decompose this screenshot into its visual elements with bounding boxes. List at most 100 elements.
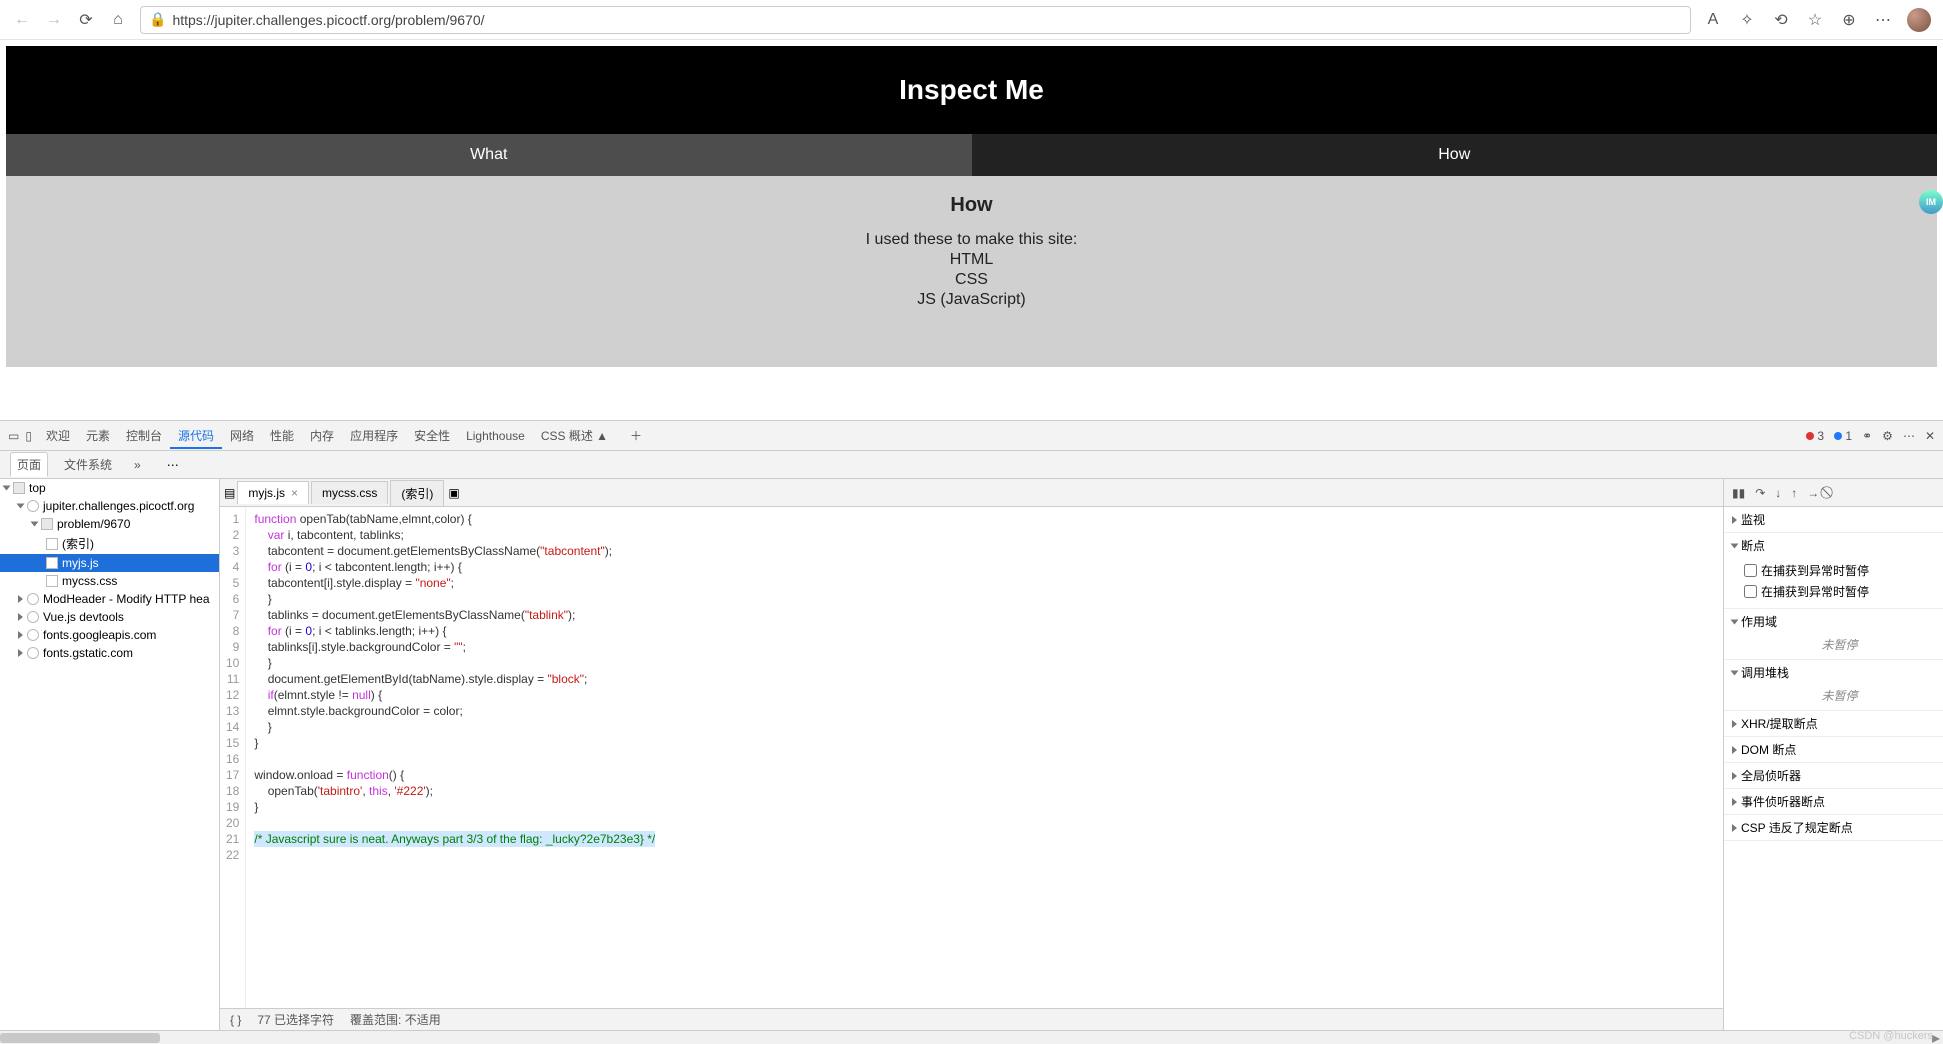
content-intro: I used these to make this site: (6, 231, 1937, 249)
devtools-tab[interactable]: 应用程序 (342, 425, 406, 447)
address-bar[interactable]: 🔒 https://jupiter.challenges.picoctf.org… (140, 6, 1691, 34)
subtab-page[interactable]: 页面 (10, 452, 48, 477)
file-tree: top jupiter.challenges.picoctf.org probl… (0, 479, 220, 1030)
subtab-more-icon[interactable]: » (128, 455, 147, 475)
dbg-scope[interactable]: 作用域 (1724, 609, 1943, 634)
inspect-element-icon[interactable]: ▭ (8, 429, 19, 443)
dbg-dom[interactable]: DOM 断点 (1724, 737, 1943, 762)
devtools-tab[interactable]: 网络 (222, 425, 262, 447)
content-item: JS (JavaScript) (6, 291, 1937, 309)
home-button[interactable]: ⌂ (108, 10, 128, 30)
settings-icon[interactable]: ⚙ (1882, 429, 1893, 443)
device-toggle-icon[interactable]: ▯ (25, 429, 32, 443)
code-editor[interactable]: 12345678910111213141516171819202122 func… (220, 507, 1723, 1008)
close-tab-icon[interactable]: × (291, 486, 298, 500)
tree-ext-modheader[interactable]: ModHeader - Modify HTTP hea (0, 590, 219, 608)
subtab-filesystem[interactable]: 文件系统 (58, 453, 118, 476)
editor-tab-mycss[interactable]: mycss.css (311, 481, 388, 504)
dbg-breakpoints[interactable]: 断点 (1724, 533, 1943, 558)
devtools-toolbar: ▭ ▯ 欢迎元素控制台源代码网络性能内存应用程序安全性LighthouseCSS… (0, 421, 1943, 451)
dbg-event[interactable]: 事件侦听器断点 (1724, 789, 1943, 814)
debugger-controls: ▮▮ ↷ ↓ ↑ → ⃠ (1724, 479, 1943, 507)
refresh-button[interactable]: ⟳ (76, 10, 96, 30)
tree-ext-googleapis[interactable]: fonts.googleapis.com (0, 626, 219, 644)
text-size-icon[interactable]: A (1703, 10, 1723, 30)
add-tab-button[interactable]: ＋ (622, 423, 650, 448)
tree-file-index[interactable]: (索引) (0, 533, 219, 554)
dbg-xhr[interactable]: XHR/提取断点 (1724, 711, 1943, 736)
editor-statusbar: { } 77 已选择字符 覆盖范围: 不适用 (220, 1008, 1723, 1030)
devtools-tab[interactable]: 性能 (262, 425, 302, 447)
floating-badge[interactable]: IM (1919, 190, 1943, 214)
info-count[interactable]: 1 (1834, 429, 1852, 443)
lock-icon: 🔒 (149, 11, 166, 28)
back-button[interactable]: ← (12, 10, 32, 30)
devtools-tab[interactable]: 控制台 (118, 425, 170, 447)
extensions-icon[interactable]: ⋯ (1873, 10, 1893, 30)
sources-subtabs: 页面 文件系统 » ⋯ (0, 451, 1943, 479)
devtools-tab[interactable]: 欢迎 (38, 425, 78, 447)
callstack-not-paused: 未暂停 (1724, 685, 1943, 710)
tab-how[interactable]: How (972, 134, 1938, 176)
editor-panel: ▤ myjs.js× mycss.css (索引) ▣ 123456789101… (220, 479, 1723, 1030)
profile-avatar[interactable] (1907, 8, 1931, 32)
tree-domain[interactable]: jupiter.challenges.picoctf.org (0, 497, 219, 515)
tree-ext-gstatic[interactable]: fonts.gstatic.com (0, 644, 219, 662)
tree-file-myjs[interactable]: myjs.js (0, 554, 219, 572)
bp-caught-checkbox[interactable]: 在捕获到异常时暂停 (1744, 560, 1935, 581)
devtools-tab[interactable]: Lighthouse (458, 425, 533, 447)
tab-what[interactable]: What (6, 134, 972, 176)
tree-ext-vue[interactable]: Vue.js devtools (0, 608, 219, 626)
page-viewport: Inspect Me What How How I used these to … (0, 40, 1943, 420)
dbg-callstack[interactable]: 调用堆栈 (1724, 660, 1943, 685)
editor-tabs: ▤ myjs.js× mycss.css (索引) ▣ (220, 479, 1723, 507)
favorites-icon[interactable]: ☆ (1805, 10, 1825, 30)
dbg-csp[interactable]: CSP 违反了规定断点 (1724, 815, 1943, 840)
subtab-menu-icon[interactable]: ⋯ (167, 458, 179, 472)
step-into-icon[interactable]: ↓ (1775, 486, 1781, 500)
tree-file-mycss[interactable]: mycss.css (0, 572, 219, 590)
devtools: ▭ ▯ 欢迎元素控制台源代码网络性能内存应用程序安全性LighthouseCSS… (0, 420, 1943, 1030)
devtools-tab[interactable]: 元素 (78, 425, 118, 447)
devtools-tab[interactable]: 安全性 (406, 425, 458, 447)
status-coverage: 覆盖范围: 不适用 (350, 1011, 441, 1028)
devtools-tab[interactable]: CSS 概述 ▲ (533, 425, 616, 447)
browser-toolbar: ← → ⟳ ⌂ 🔒 https://jupiter.challenges.pic… (0, 0, 1943, 40)
link-icon[interactable]: ⚭ (1862, 429, 1872, 443)
sync-icon[interactable]: ⟲ (1771, 10, 1791, 30)
dbg-watch[interactable]: 监视 (1724, 507, 1943, 532)
devtools-tab[interactable]: 源代码 (170, 425, 222, 449)
editor-more-icon[interactable]: ▣ (448, 486, 459, 500)
navigator-toggle-icon[interactable]: ▤ (224, 486, 235, 500)
page-content: How I used these to make this site: HTML… (6, 176, 1937, 367)
more-icon[interactable]: ⋯ (1903, 429, 1915, 443)
tree-top[interactable]: top (0, 479, 219, 497)
close-devtools-icon[interactable]: ✕ (1925, 429, 1935, 443)
error-count[interactable]: 3 (1806, 429, 1824, 443)
pause-icon[interactable]: ▮▮ (1732, 486, 1745, 500)
watermark: CSDN @huckers (1849, 1030, 1933, 1042)
tree-folder[interactable]: problem/9670 (0, 515, 219, 533)
horizontal-scrollbar[interactable]: ◂ ▸ (0, 1030, 1943, 1044)
status-selection: 77 已选择字符 (257, 1011, 334, 1028)
collections-icon[interactable]: ⊕ (1839, 10, 1859, 30)
step-icon[interactable]: → (1807, 486, 1819, 500)
editor-tab-index[interactable]: (索引) (390, 480, 444, 506)
dbg-global[interactable]: 全局侦听器 (1724, 763, 1943, 788)
editor-tab-myjs[interactable]: myjs.js× (237, 481, 309, 504)
scope-not-paused: 未暂停 (1724, 634, 1943, 659)
read-aloud-icon[interactable]: ✧ (1737, 10, 1757, 30)
bp-uncaught-checkbox[interactable]: 在捕获到异常时暂停 (1744, 581, 1935, 602)
page-tabs: What How (6, 134, 1937, 176)
status-braces[interactable]: { } (230, 1013, 241, 1027)
content-item: HTML (6, 251, 1937, 269)
url-text: https://jupiter.challenges.picoctf.org/p… (172, 12, 1682, 28)
step-out-icon[interactable]: ↑ (1791, 486, 1797, 500)
debugger-panel: ▮▮ ↷ ↓ ↑ → ⃠ 监视 断点 在捕获到异常时暂停 在捕获到异常时暂停 作… (1723, 479, 1943, 1030)
forward-button[interactable]: → (44, 10, 64, 30)
content-heading: How (6, 194, 1937, 217)
devtools-tab[interactable]: 内存 (302, 425, 342, 447)
step-over-icon[interactable]: ↷ (1755, 486, 1765, 500)
scroll-thumb[interactable] (0, 1033, 160, 1043)
page-title: Inspect Me (6, 46, 1937, 134)
